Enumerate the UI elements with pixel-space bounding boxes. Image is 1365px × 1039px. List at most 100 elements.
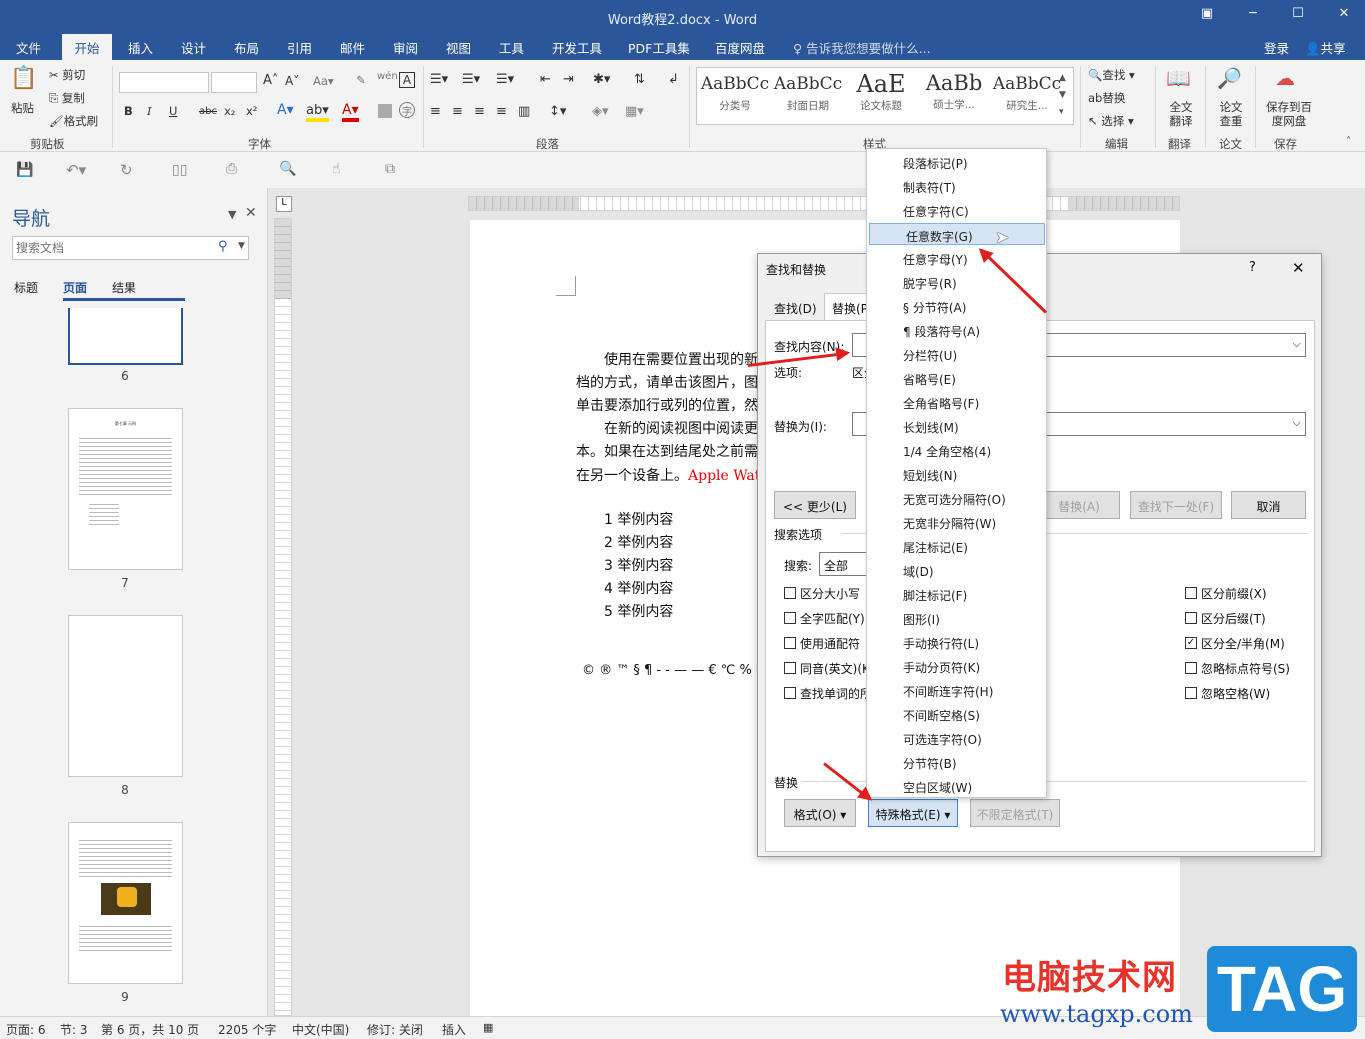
tell-me-search[interactable]: ♀ 告诉我您想要做什么... <box>793 38 931 57</box>
width-checkbox[interactable]: ✓ <box>1185 637 1197 649</box>
search-icon[interactable]: ⚲ <box>218 239 228 254</box>
special-menu-item[interactable]: 段落标记(P) <box>867 151 1046 173</box>
style-item[interactable]: AaBb 硕士学... <box>918 70 990 122</box>
help-button[interactable]: ? <box>1249 260 1256 275</box>
format-button[interactable]: 格式(O) ▾ <box>784 799 856 827</box>
page-thumbnail-9[interactable] <box>68 822 183 984</box>
custom-icon[interactable]: ⧉ <box>385 161 395 177</box>
no-format-button[interactable]: 不限定格式(T) <box>970 799 1060 827</box>
special-menu-item[interactable]: 尾注标记(E) <box>867 535 1046 557</box>
horizontal-ruler[interactable] <box>468 196 1180 211</box>
special-menu-item[interactable]: 无宽非分隔符(W) <box>867 511 1046 533</box>
tab-file[interactable]: 文件 <box>16 38 41 57</box>
translate-icon[interactable]: 📖 <box>1166 66 1191 90</box>
nav-options-icon[interactable]: ▼ <box>228 208 236 221</box>
shrink-font-icon[interactable]: A˅ <box>285 74 299 88</box>
dialog-close-button[interactable]: ✕ <box>1292 259 1305 277</box>
match-prefix-checkbox[interactable] <box>1185 587 1197 599</box>
nav-tab-pages[interactable]: 页面 <box>63 279 87 296</box>
style-item[interactable]: AaE 论文标题 <box>845 70 917 122</box>
shading-icon[interactable] <box>378 104 392 118</box>
nav-close-icon[interactable]: ✕ <box>245 205 257 221</box>
match-case-checkbox[interactable] <box>784 587 796 599</box>
restore-ribbon-icon[interactable]: ▣ <box>1197 6 1217 26</box>
clear-format-icon[interactable]: ✎ <box>356 73 366 87</box>
word-forms-checkbox[interactable] <box>784 687 796 699</box>
tab-developer[interactable]: 开发工具 <box>552 38 602 57</box>
tab-tools[interactable]: 工具 <box>499 38 524 57</box>
text-effects-icon[interactable]: A▾ <box>277 102 294 118</box>
style-item[interactable]: AaBbCc 分类号 <box>699 70 771 122</box>
special-menu-item[interactable]: 无宽可选分隔符(O) <box>867 487 1046 509</box>
match-suffix-checkbox[interactable] <box>1185 612 1197 624</box>
special-menu-item[interactable]: 全角省略号(F) <box>867 391 1046 413</box>
tab-find[interactable]: 查找(D) <box>774 300 817 317</box>
tab-design[interactable]: 设计 <box>181 38 206 57</box>
font-name-combo[interactable] <box>119 72 209 93</box>
close-window-button[interactable]: ✕ <box>1334 6 1354 26</box>
status-language[interactable]: 中文(中国) <box>292 1021 349 1038</box>
status-page[interactable]: 页面: 6 <box>6 1021 46 1038</box>
style-item[interactable]: AaBbCc 封面日期 <box>772 70 844 122</box>
cancel-button[interactable]: 取消 <box>1231 491 1306 519</box>
page-thumbnail-7[interactable]: 第七章 示例 <box>68 408 183 570</box>
italic-button[interactable]: I <box>147 104 152 118</box>
tab-view[interactable]: 视图 <box>446 38 471 57</box>
baidu-cloud-icon[interactable]: ☁ <box>1275 66 1295 90</box>
full-translate-button[interactable]: 全文翻译 <box>1167 100 1195 128</box>
superscript-icon[interactable]: x² <box>246 104 257 118</box>
multilevel-list-icon[interactable]: ☰▾ <box>496 72 514 87</box>
bold-button[interactable]: B <box>124 104 133 118</box>
special-menu-item[interactable]: 脚注标记(F) <box>867 583 1046 605</box>
align-right-icon[interactable]: ≡ <box>474 104 485 119</box>
special-menu-item[interactable]: 手动分页符(K) <box>867 655 1046 677</box>
font-color-icon[interactable]: A▾ <box>342 102 359 122</box>
copy-button[interactable]: ⎘ 复制 <box>49 90 85 106</box>
macro-icon[interactable]: ▦ <box>483 1021 493 1034</box>
special-menu-item[interactable]: 任意字母(Y) <box>867 247 1046 269</box>
find-next-button[interactable]: 查找下一处(F) <box>1130 491 1222 519</box>
special-menu-item[interactable]: 手动换行符(L) <box>867 631 1046 653</box>
paper-check-icon[interactable]: 🔎 <box>1217 66 1242 90</box>
cut-button[interactable]: ✂ 剪切 <box>49 67 85 83</box>
save-baidu-button[interactable]: 保存到百度网盘 <box>1263 100 1315 128</box>
tab-mailings[interactable]: 邮件 <box>340 38 365 57</box>
undo-icon[interactable]: ↶▾ <box>66 161 86 179</box>
login-button[interactable]: 登录 <box>1264 38 1289 57</box>
print-icon[interactable]: ⎙ <box>226 161 237 177</box>
char-border-icon[interactable]: A <box>399 72 415 88</box>
tab-layout[interactable]: 布局 <box>234 38 259 57</box>
select-button[interactable]: ↖ 选择 ▾ <box>1088 113 1134 129</box>
special-menu-item[interactable]: 长划线(M) <box>867 415 1046 437</box>
tab-home[interactable]: 开始 <box>62 34 112 60</box>
save-icon[interactable]: 💾 <box>16 162 33 178</box>
chevron-down-icon[interactable]: ⌵ <box>1293 416 1301 430</box>
grow-font-icon[interactable]: A˄ <box>263 73 278 88</box>
subscript-icon[interactable]: x₂ <box>224 104 235 118</box>
borders-icon[interactable]: ▦▾ <box>625 104 644 119</box>
tab-references[interactable]: 引用 <box>287 38 312 57</box>
page-thumbnail-6[interactable] <box>68 308 183 365</box>
highlight-icon[interactable]: ab▾ <box>306 103 329 122</box>
collapse-ribbon-icon[interactable]: ˄ <box>1346 136 1351 147</box>
replace-button[interactable]: ab替换 <box>1088 90 1125 106</box>
special-menu-item[interactable]: 空白区域(W) <box>867 775 1046 797</box>
ignore-space-checkbox[interactable] <box>1185 687 1197 699</box>
underline-button[interactable]: U <box>169 104 177 118</box>
tab-selector-icon[interactable]: L <box>276 196 292 212</box>
chevron-down-icon[interactable]: ▼ <box>238 241 245 251</box>
style-item[interactable]: AaBbCc 研究生... <box>991 70 1063 122</box>
nav-tab-results[interactable]: 结果 <box>112 279 136 296</box>
special-menu-item[interactable]: 任意字符(C) <box>867 199 1046 221</box>
vertical-ruler[interactable] <box>274 218 292 1016</box>
special-button[interactable]: 特殊格式(E) ▾ <box>868 799 958 827</box>
special-menu-item[interactable]: 制表符(T) <box>867 175 1046 197</box>
status-track-changes[interactable]: 修订: 关闭 <box>367 1021 423 1038</box>
touch-mode-icon[interactable]: ☝ <box>332 161 341 177</box>
paste-button[interactable]: 粘贴 <box>11 100 34 116</box>
special-menu-item[interactable]: 短划线(N) <box>867 463 1046 485</box>
special-menu-item[interactable]: 任意数字(G) <box>869 223 1045 245</box>
redo-icon[interactable]: ↻ <box>120 161 133 179</box>
format-painter-button[interactable]: 🖌格式刷 <box>49 113 98 129</box>
phonetic-guide-icon[interactable]: wén <box>377 71 398 82</box>
